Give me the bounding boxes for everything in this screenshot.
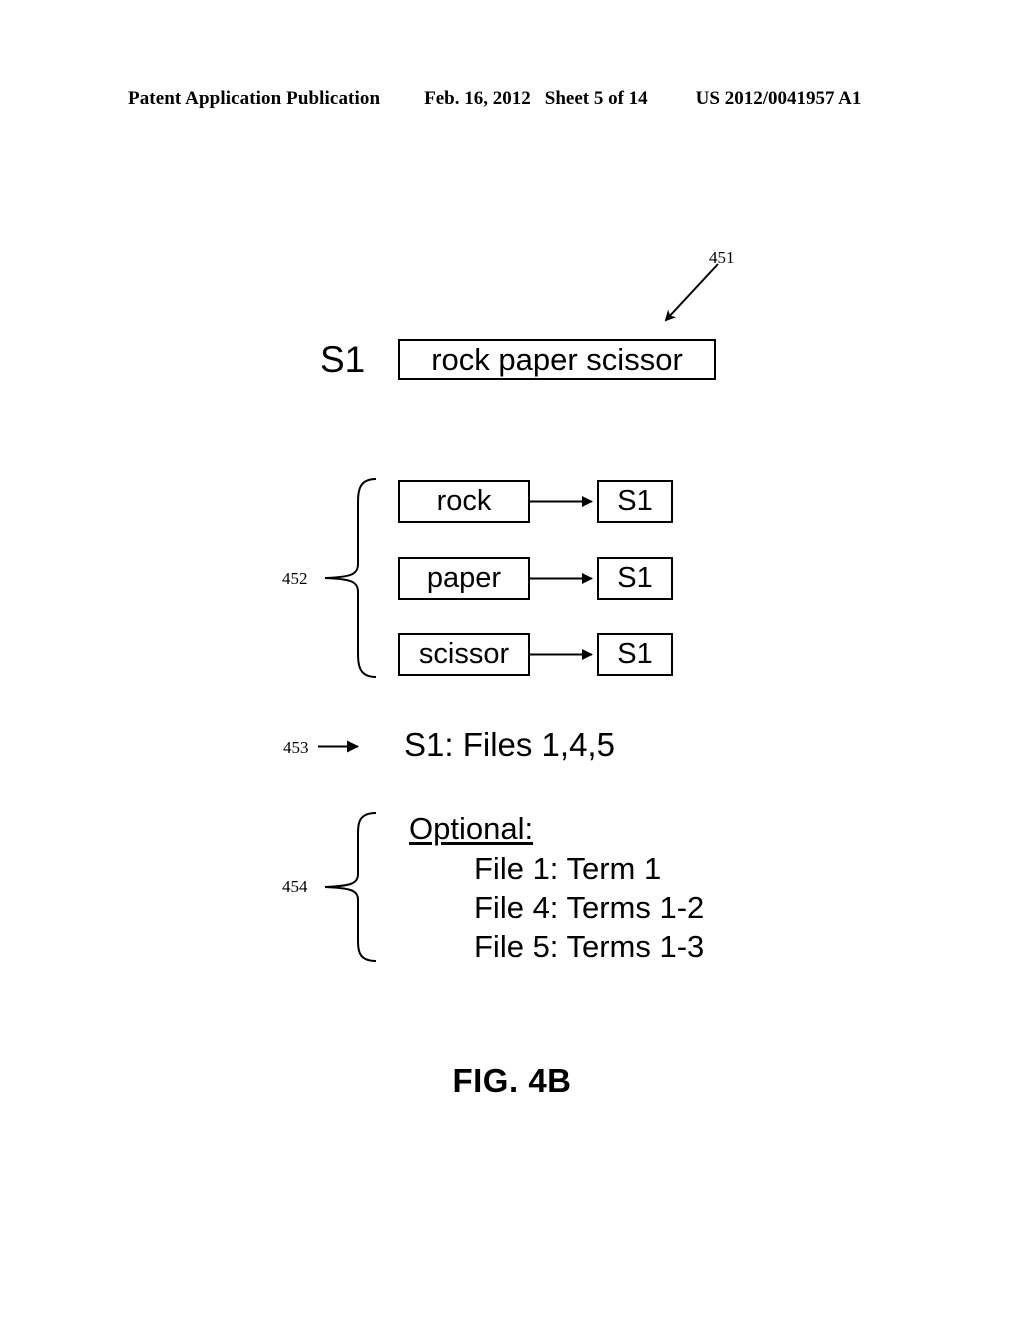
reference-numeral-454: 454 [282, 877, 308, 896]
term-to-sentence-arrow [530, 573, 593, 584]
reference-numeral-453: 453 [283, 738, 309, 757]
optional-list-item: File 4: Terms 1-2 [474, 890, 705, 925]
sentence-ref-box: S1 [597, 480, 673, 523]
files-result-text: S1: Files 1,4,5 [404, 726, 615, 763]
figure-caption: FIG. 4B [452, 1062, 572, 1099]
sentence-ref-text: S1 [617, 562, 653, 594]
term-box: rock [398, 480, 530, 523]
reference-numeral-452: 452 [282, 569, 308, 588]
callout-arrow-451 [664, 263, 719, 322]
brace-454-icon [324, 812, 377, 962]
optional-block: Optional: File 1: Term 1 File 4: Terms 1… [409, 809, 739, 966]
optional-list-item: File 1: Term 1 [474, 851, 662, 886]
term-row: scissor S1 [398, 633, 673, 676]
term-to-sentence-arrow [530, 649, 593, 660]
term-text: paper [426, 562, 502, 594]
sentence-ref-text: S1 [617, 485, 653, 517]
term-row: rock S1 [398, 480, 673, 523]
term-box: scissor [398, 633, 530, 676]
brace-452-icon [324, 478, 377, 678]
term-to-sentence-arrow [530, 496, 593, 507]
optional-list-item: File 5: Terms 1-3 [474, 929, 705, 964]
term-text: scissor [418, 638, 510, 670]
sentence-id-label: S1 [320, 339, 366, 380]
callout-arrow-453 [318, 740, 359, 753]
term-row: paper S1 [398, 557, 673, 600]
sentence-ref-text: S1 [617, 638, 653, 670]
term-text: rock [436, 485, 492, 517]
term-box: paper [398, 557, 530, 600]
sentence-text: rock paper scissor [431, 342, 683, 377]
sentence-ref-box: S1 [597, 557, 673, 600]
sentence-ref-box: S1 [597, 633, 673, 676]
figure-4b: 451 S1 rock paper scissor 452 rock S1 pa… [0, 0, 1024, 1320]
sentence-box: rock paper scissor [398, 339, 716, 380]
optional-title: Optional: [409, 811, 534, 846]
